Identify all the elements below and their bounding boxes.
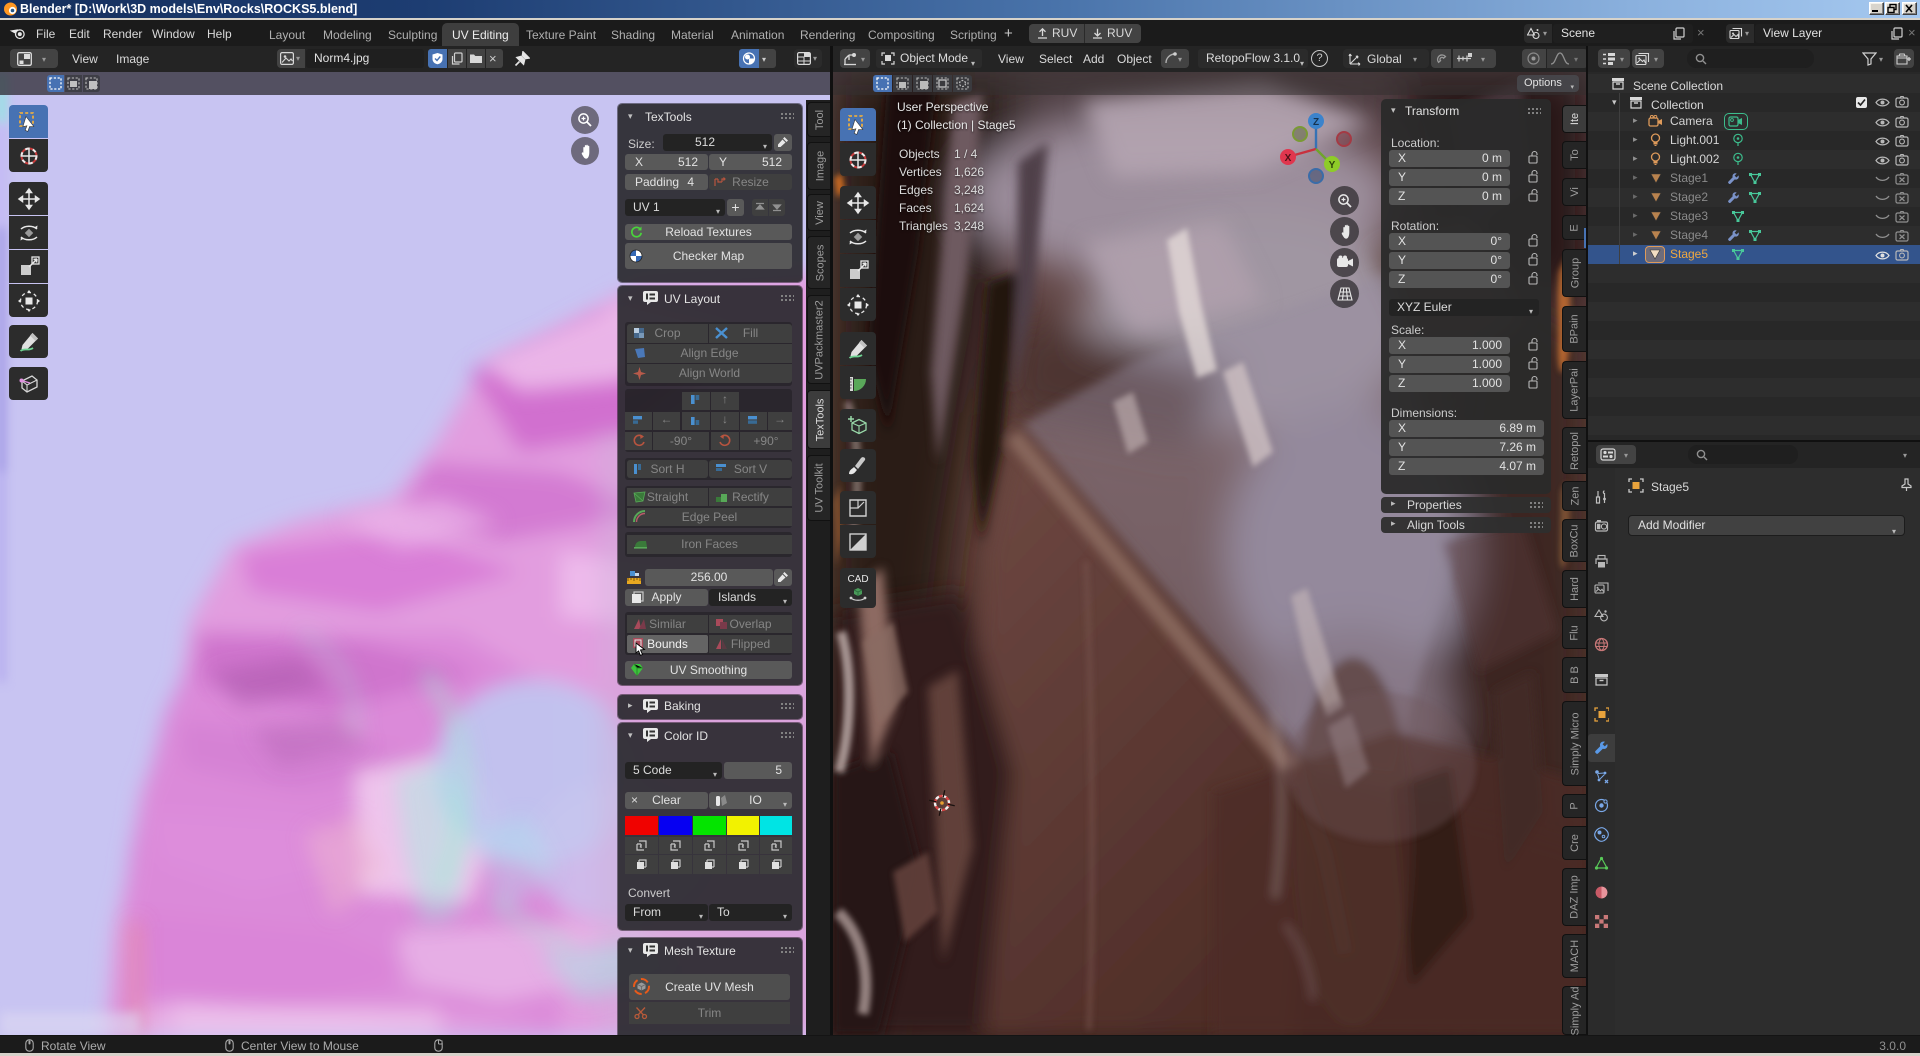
svg-text:X: X bbox=[1285, 153, 1292, 164]
svg-text:Y: Y bbox=[1329, 160, 1336, 171]
svg-text:Z: Z bbox=[1313, 117, 1319, 128]
